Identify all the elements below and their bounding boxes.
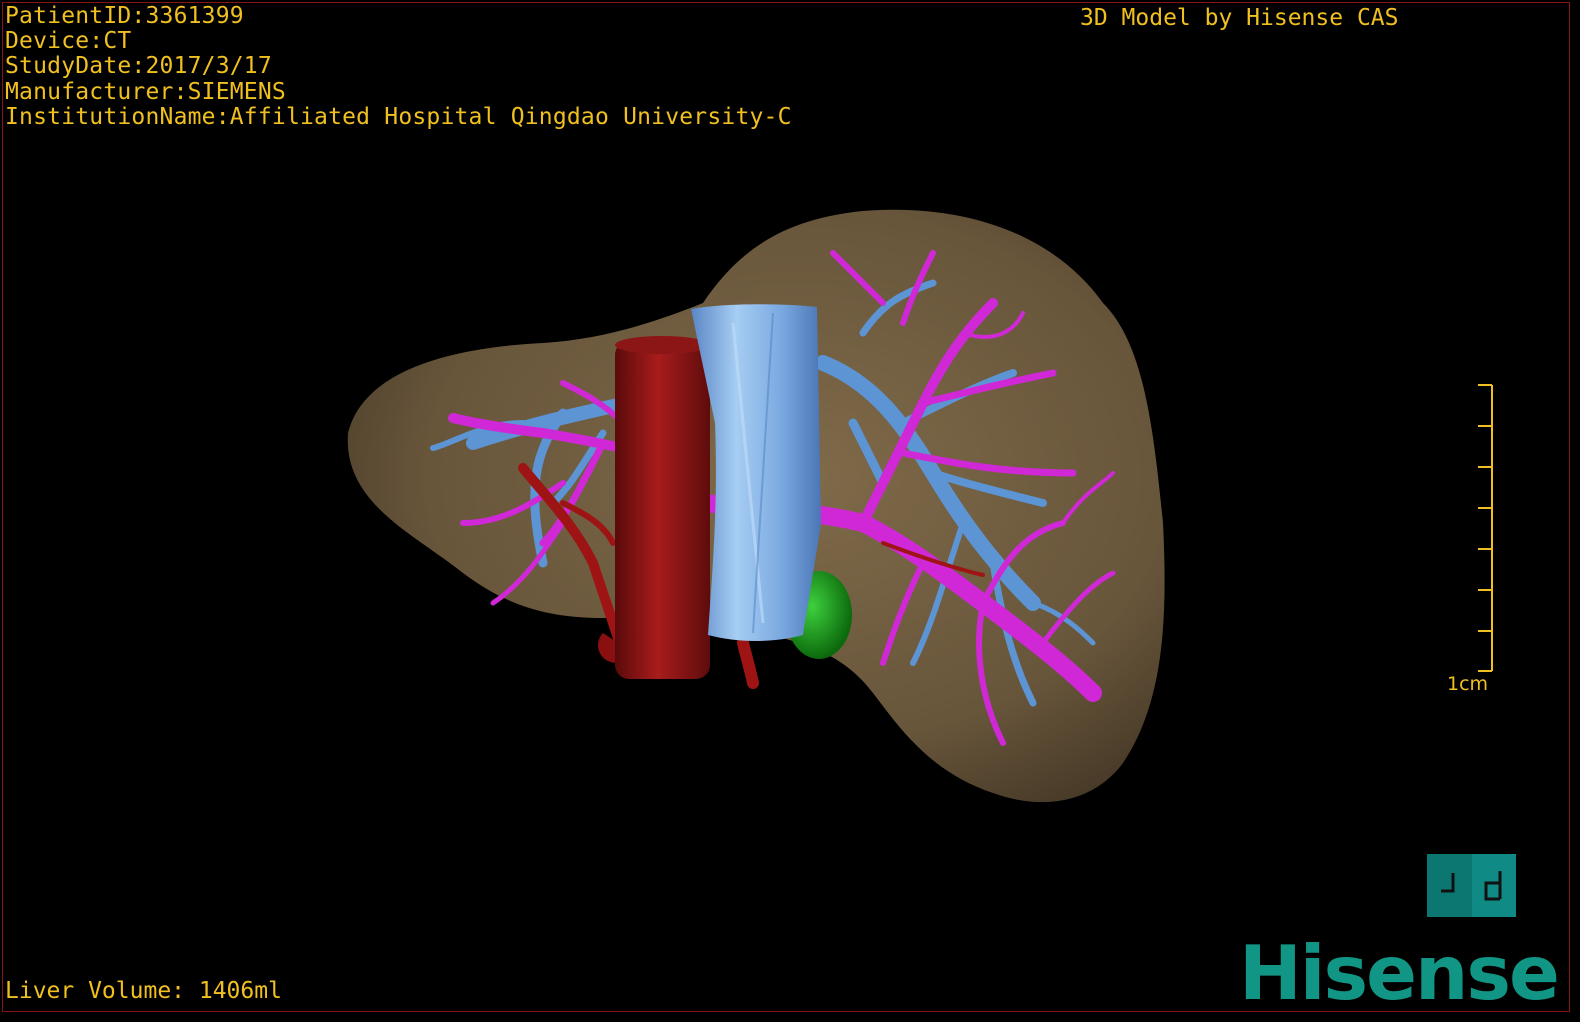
viewer-3d-viewport[interactable]: PatientID:3361399 Device:CT StudyDate:20… [2,2,1570,1012]
view-toggle-button[interactable] [1427,854,1516,917]
scale-ruler-label: 1cm [1447,673,1489,695]
patient-id-text: PatientID:3361399 [5,3,244,29]
liver-volume-text: Liver Volume: 1406ml [5,978,282,1004]
liver-3d-model[interactable] [3,3,1569,1011]
institution-text: InstitutionName:Affiliated Hospital Qing… [5,103,792,130]
hisense-logo: Hisense [1239,929,1560,1012]
manufacturer-text: Manufacturer:SIEMENS [5,78,286,105]
dicom-info-overlay: PatientID:3361399 Device:CT StudyDate:20… [5,3,792,130]
study-date-text: StudyDate:2017/3/17 [5,53,272,80]
device-text: Device:CT [5,28,132,55]
d-toggle-icon [1472,854,1517,917]
scale-ruler [1478,384,1493,672]
pd-toggle-icon [1427,854,1472,917]
model-credit-text: 3D Model by Hisense CAS [1080,5,1399,31]
